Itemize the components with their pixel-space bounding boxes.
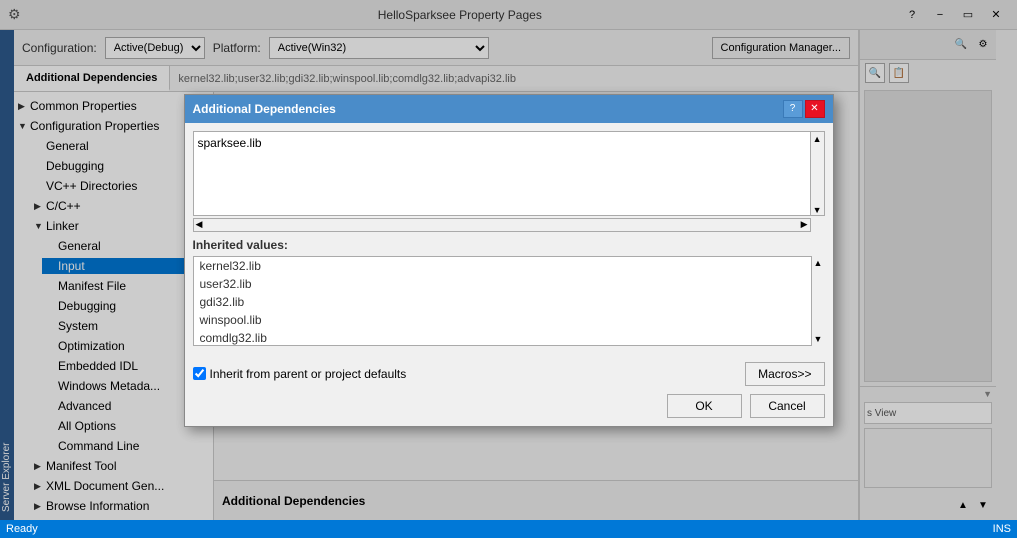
list-scrollbar[interactable]: ▲ ▼	[811, 256, 825, 346]
modal-close-button[interactable]: ✕	[805, 100, 825, 118]
dependencies-input[interactable]: sparksee.lib	[193, 131, 811, 216]
status-text: Ready	[6, 523, 38, 535]
list-item: gdi32.lib	[194, 293, 824, 311]
dialog-buttons: OK Cancel	[185, 394, 833, 426]
modal-content: sparksee.lib ▲ ▼ ◀ ▶ Inherited values:	[185, 123, 833, 354]
input-area: sparksee.lib ▲ ▼	[193, 131, 825, 216]
modal-overlay: Additional Dependencies ? ✕ sparksee.lib…	[0, 0, 1017, 520]
modal-help-button[interactable]: ?	[783, 100, 803, 118]
horiz-scroll-area: ◀ ▶	[193, 218, 825, 232]
inherit-label-text: Inherit from parent or project defaults	[210, 367, 407, 381]
list-item: comdlg32.lib	[194, 329, 824, 346]
inherited-values-label: Inherited values:	[193, 232, 825, 256]
modal-footer: Inherit from parent or project defaults …	[185, 354, 833, 394]
list-item: user32.lib	[194, 275, 824, 293]
list-item: winspool.lib	[194, 311, 824, 329]
horiz-scrollbar[interactable]: ◀ ▶	[193, 218, 811, 232]
modal-title-bar: Additional Dependencies ? ✕	[185, 95, 833, 123]
ok-button[interactable]: OK	[667, 394, 742, 418]
inherited-list-container: kernel32.lib user32.lib gdi32.lib winspo…	[193, 256, 825, 346]
status-bar: Ready INS	[0, 520, 1017, 538]
additional-dependencies-dialog: Additional Dependencies ? ✕ sparksee.lib…	[184, 94, 834, 427]
scroll-corner	[811, 218, 825, 232]
footer-buttons: Macros>>	[745, 362, 824, 386]
inherited-values-list: kernel32.lib user32.lib gdi32.lib winspo…	[193, 256, 825, 346]
text-area-scrollbar[interactable]: ▲ ▼	[811, 131, 825, 216]
macros-button[interactable]: Macros>>	[745, 362, 824, 386]
list-item: kernel32.lib	[194, 257, 824, 275]
status-ins: INS	[993, 523, 1011, 535]
inherit-checkbox[interactable]	[193, 367, 206, 380]
inherit-checkbox-label[interactable]: Inherit from parent or project defaults	[193, 367, 407, 381]
modal-title-controls: ? ✕	[783, 100, 825, 118]
cancel-button[interactable]: Cancel	[750, 394, 825, 418]
modal-title: Additional Dependencies	[193, 102, 336, 116]
